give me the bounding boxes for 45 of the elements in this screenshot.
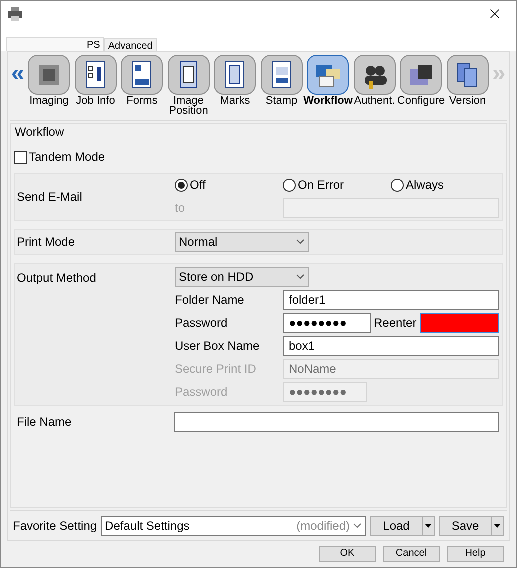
field-label: Secure Print ID (175, 361, 258, 378)
dropdown[interactable]: Normal (175, 232, 309, 252)
chevron-icon (353, 522, 362, 528)
field-label: Folder Name (175, 292, 246, 309)
password-field[interactable]: ●●●●●●●● (283, 313, 371, 333)
tab[interactable]: PS (6, 37, 104, 51)
dialog-button[interactable]: Help (447, 546, 504, 562)
field-label: Reenter (374, 315, 417, 332)
field-label: User Box Name (175, 338, 261, 355)
split-button[interactable]: Save (439, 516, 492, 536)
field-label: Password (175, 384, 229, 401)
text-field[interactable]: box1 (283, 336, 499, 356)
dropdown[interactable]: Store on HDD (175, 267, 309, 287)
radio-button[interactable] (283, 178, 296, 192)
field-label: File Name (17, 414, 73, 431)
file-name-field[interactable] (174, 412, 499, 432)
radio-button[interactable] (175, 178, 188, 192)
group-title: Workflow (15, 124, 66, 141)
chevron-icon (296, 239, 305, 245)
field-label: Output Method (17, 270, 98, 287)
favorite-dropdown[interactable]: Default Settings (modified) (101, 516, 366, 536)
dialog-button[interactable]: OK (319, 546, 376, 562)
chevron-icon (296, 274, 305, 280)
previous-button[interactable]: « (10, 62, 26, 86)
field-label: Print Mode (17, 234, 76, 251)
reenter-field[interactable] (420, 313, 499, 333)
radio-button[interactable] (391, 178, 404, 192)
caret-icon (494, 524, 501, 528)
radio-option[interactable]: On Error (283, 176, 344, 194)
text-field[interactable]: folder1 (283, 290, 499, 310)
field-label: Password (175, 315, 229, 332)
field-label: to (175, 200, 186, 217)
split-button[interactable]: Load (370, 516, 423, 536)
tandem-mode-checkbox[interactable]: Tandem Mode (14, 148, 106, 166)
dialog-button[interactable]: Cancel (383, 546, 440, 562)
radio-option[interactable]: Always (391, 176, 444, 194)
field-label: Send E-Mail (17, 189, 84, 206)
radio-option[interactable]: Off (175, 176, 206, 194)
dropdown-arrow-button[interactable] (423, 516, 435, 536)
printer-icon (7, 7, 23, 21)
caret-icon (425, 524, 432, 528)
field-label: Favorite Setting (13, 518, 98, 534)
dropdown-arrow-button[interactable] (492, 516, 504, 536)
checkbox[interactable] (14, 150, 27, 164)
tab[interactable]: Advanced (104, 38, 157, 51)
